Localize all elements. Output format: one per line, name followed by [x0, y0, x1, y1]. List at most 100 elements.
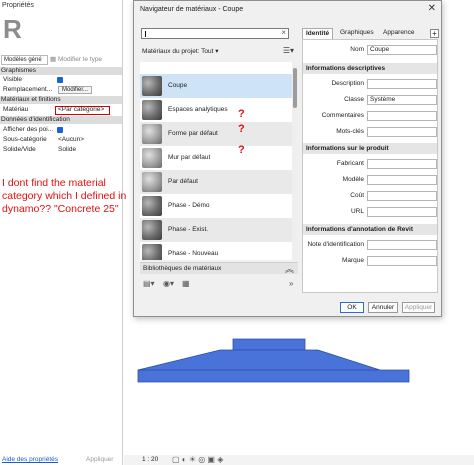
show-edges-label: Afficher des poi...	[3, 126, 54, 133]
dialog-title: Navigateur de matériaux - Coupe	[140, 6, 244, 13]
material-thumbnail-icon	[142, 100, 162, 120]
cost-field[interactable]	[367, 191, 437, 201]
project-materials-filter[interactable]: Matériaux du projet: Tout ▾	[142, 47, 219, 55]
libraries-label: Bibliothèques de matériaux	[143, 265, 222, 272]
list-item[interactable]: Mur par défaut	[140, 146, 292, 170]
model-row: Modèle	[303, 175, 437, 185]
material-thumbnail-icon	[142, 172, 162, 192]
filter-icon: ▾	[215, 48, 219, 55]
apply-button[interactable]: Appliquer	[402, 302, 435, 313]
section-descriptive[interactable]: Informations descriptives	[303, 63, 437, 74]
replacement-label: Remplacement...	[3, 86, 53, 93]
search-input[interactable]: ×	[141, 28, 289, 39]
text-caret	[145, 31, 146, 37]
comments-field[interactable]	[367, 111, 437, 121]
class-field[interactable]: Système	[367, 95, 437, 105]
cost-row: Coût	[303, 191, 437, 201]
row-show-edges: Afficher des poi...	[0, 126, 122, 134]
view-control-bar: 1 : 20 ▢ ◐ ☀ ◎ ▣ ◈	[124, 455, 474, 465]
expand-icon[interactable]: »	[289, 279, 293, 288]
list-item[interactable]: Phase - Démo	[140, 194, 292, 218]
material-thumbnail-icon	[142, 244, 162, 260]
list-item[interactable]: Par défaut	[140, 170, 292, 194]
new-material-icon[interactable]: ◉▾	[163, 279, 174, 288]
row-subcategory: Sous-catégorie <Aucun>	[0, 136, 122, 144]
library-menu-icon[interactable]: ▤▾	[143, 279, 155, 288]
description-field[interactable]	[367, 79, 437, 89]
section-materials[interactable]: Matériaux et finitions	[0, 96, 122, 104]
list-item[interactable]: Coupe	[140, 74, 292, 98]
material-thumbnail-icon	[142, 76, 162, 96]
mark-field[interactable]	[367, 256, 437, 266]
subcategory-value[interactable]: <Aucun>	[58, 136, 84, 144]
replacement-edit-button[interactable]: Modifier...	[58, 86, 93, 94]
palette-title: Propriétés	[2, 2, 34, 9]
url-field[interactable]	[367, 207, 437, 217]
library-toolbar: ▤▾ ◉▾ ▦ »	[140, 279, 298, 291]
edit-type-icon: ▦	[50, 56, 57, 63]
clear-search-icon[interactable]: ×	[281, 28, 286, 37]
chevron-up-icon[interactable]: ︽	[285, 262, 294, 275]
model-field[interactable]	[367, 175, 437, 185]
visible-label: Visible	[3, 76, 23, 83]
name-row: Nom Coupe	[303, 45, 437, 55]
material-browser-dialog: Navigateur de matériaux - Coupe ✕ × Maté…	[133, 0, 442, 317]
row-replacement: Remplacement... Modifier...	[0, 86, 122, 94]
mark-row: Marque	[303, 256, 437, 266]
annotation-line-3: dynamo?? "Concrete 25"	[2, 203, 119, 215]
properties-help-link[interactable]: Aide des propriétés	[2, 456, 58, 463]
keywords-row: Mots-clés	[303, 127, 437, 137]
class-row: Classe Système	[303, 95, 437, 105]
material-libraries-bar[interactable]: Bibliothèques de matériaux ︽	[140, 262, 298, 274]
subcategory-label: Sous-catégorie	[3, 136, 47, 143]
tab-bar: Identité Graphiques Apparence +	[302, 28, 440, 39]
description-row: Description	[303, 79, 437, 89]
add-tab-icon[interactable]: +	[430, 29, 439, 38]
section-revit-annotation[interactable]: Informations d'annotation de Revit	[303, 224, 437, 235]
scrollbar-thumb[interactable]	[293, 68, 297, 108]
material-thumbnail-icon	[142, 124, 162, 144]
keywords-field[interactable]	[367, 127, 437, 137]
material-label: Matériau	[3, 106, 29, 113]
tab-graphics[interactable]: Graphiques	[337, 28, 377, 39]
row-visible: Visible	[0, 76, 122, 84]
solid-void-value[interactable]: Solide	[58, 146, 76, 154]
tab-appearance[interactable]: Apparence	[380, 28, 417, 39]
model-shape	[137, 338, 410, 383]
view-control-icons[interactable]: ▢ ◐ ☀ ◎ ▣ ◈	[172, 455, 223, 464]
list-item[interactable]: Espaces analytiques	[140, 98, 292, 122]
highlight-box	[55, 106, 110, 115]
ok-button[interactable]: OK	[340, 302, 364, 313]
close-icon[interactable]: ✕	[428, 3, 436, 14]
properties-apply-button[interactable]: Appliquer	[86, 456, 113, 463]
section-product[interactable]: Informations sur le produit	[303, 143, 437, 154]
material-list-scrollbar[interactable]	[292, 62, 298, 260]
manufacturer-row: Fabricant	[303, 159, 437, 169]
cancel-button[interactable]: Annuler	[368, 302, 398, 313]
type-selector[interactable]: Modèles géné	[1, 55, 48, 65]
material-thumbnail-icon	[142, 196, 162, 216]
question-mark-annotation: ?	[238, 108, 245, 120]
row-solid-void: Solide/Vide Solide	[0, 146, 122, 154]
solid-void-label: Solide/Vide	[3, 146, 36, 153]
list-item[interactable]: Forme par défaut	[140, 122, 292, 146]
comments-row: Commentaires	[303, 111, 437, 121]
section-identity-data[interactable]: Données d'identification	[0, 116, 122, 124]
edit-type-button[interactable]: ▦ Modifier le type	[50, 55, 102, 65]
manufacturer-field[interactable]	[367, 159, 437, 169]
identity-panel: Nom Coupe Informations descriptives Desc…	[302, 39, 438, 293]
show-edges-checkbox[interactable]	[57, 127, 63, 133]
list-item[interactable]: Phase - Nouveau	[140, 242, 292, 260]
visible-checkbox[interactable]	[57, 77, 63, 83]
list-view-icon[interactable]: ☰▾	[283, 46, 294, 55]
list-item[interactable]: Phase - Exist.	[140, 218, 292, 242]
annotation-line-2: category which I defined in	[2, 190, 127, 202]
properties-palette: Propriétés R Modèles géné ▦ Modifier le …	[0, 0, 127, 465]
asset-browser-icon[interactable]: ▦	[182, 279, 190, 288]
question-mark-annotation: ?	[238, 123, 245, 135]
scale-value[interactable]: 1 : 20	[142, 456, 158, 463]
name-field[interactable]: Coupe	[367, 45, 437, 55]
keynote-field[interactable]	[367, 240, 437, 250]
tab-identity[interactable]: Identité	[302, 28, 334, 39]
section-graphics[interactable]: Graphismes	[0, 67, 122, 75]
